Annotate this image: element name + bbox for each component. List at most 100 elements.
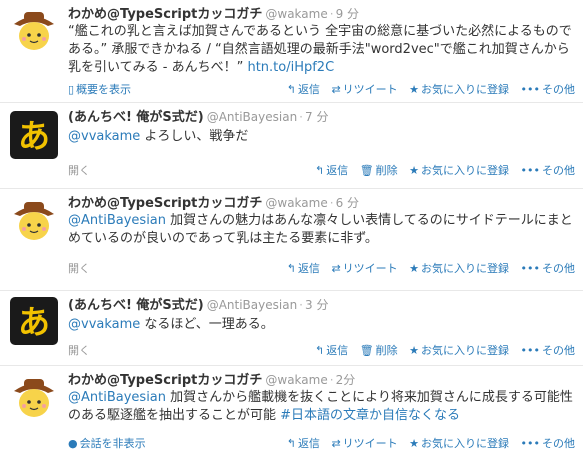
retweet-label: リツイート xyxy=(342,83,398,96)
star-icon: ★ xyxy=(409,437,420,450)
reply-button[interactable]: ↰ 返信 xyxy=(287,83,320,96)
avatar[interactable]: あ xyxy=(10,111,58,159)
user-name[interactable]: わかめ@TypeScriptカッコガチ xyxy=(68,373,262,388)
user-name[interactable]: わかめ@TypeScriptカッコガチ xyxy=(68,196,262,211)
timestamp[interactable]: 9 分 xyxy=(336,7,359,21)
user-name[interactable]: (あんちべ! 俺がS式だ) xyxy=(68,110,204,125)
reply-icon: ↰ xyxy=(286,83,296,96)
details-icon: ▯ xyxy=(68,83,75,96)
more-button[interactable]: ••• その他 xyxy=(521,83,575,96)
tweet-header: わかめ@TypeScriptカッコガチ @wakame · 6 分 xyxy=(68,194,575,212)
favorite-label: お気に入りに登録 xyxy=(421,344,510,357)
retweet-button[interactable]: ⇄ リツイート xyxy=(331,262,397,275)
tweet-text: @AntiBayesian 加賀さんの魅力はあんな凛々しい表情してるのにサイドテ… xyxy=(68,212,575,248)
tweet-footer: 開く ↰ 返信 🗑 削除 ★ お気に入りに登録 ••• その他 xyxy=(68,163,575,179)
user-name[interactable]: わかめ@TypeScriptカッコガチ xyxy=(68,7,262,22)
avatar[interactable]: あ xyxy=(10,297,58,345)
mention-link[interactable]: @vvakame xyxy=(68,317,140,332)
favorite-button[interactable]: ★ お気に入りに登録 xyxy=(409,437,509,450)
avatar[interactable] xyxy=(10,6,58,54)
hide-conversation-link[interactable]: ● 会話を非表示 xyxy=(68,436,146,452)
tweet-item[interactable]: あ (あんちべ! 俺がS式だ) @AntiBayesian · 7 分 @vvakam… xyxy=(0,103,583,189)
favorite-button[interactable]: ★ お気に入りに登録 xyxy=(409,262,509,275)
reply-button[interactable]: ↰ 返信 xyxy=(315,344,348,357)
separator: · xyxy=(329,7,334,21)
tweet-link[interactable]: htn.to/iHpf2C xyxy=(247,60,334,75)
hide-conversation-label: 会話を非表示 xyxy=(79,437,146,450)
avatar-glyph: あ xyxy=(18,303,50,341)
more-button[interactable]: ••• その他 xyxy=(521,164,575,177)
tweet-footer: ● 会話を非表示 ↰ 返信 ⇄ リツイート ★ お気に入りに登録 ••• その他 xyxy=(68,436,575,452)
tweet-body: よろしい、戦争だ xyxy=(140,129,249,144)
more-icon: ••• xyxy=(520,164,540,177)
tweet-header: (あんちべ! 俺がS式だ) @AntiBayesian · 3 分 xyxy=(68,296,575,314)
more-icon: ••• xyxy=(520,437,540,450)
retweet-label: リツイート xyxy=(342,437,398,450)
more-button[interactable]: ••• その他 xyxy=(521,437,575,450)
favorite-label: お気に入りに登録 xyxy=(421,262,510,275)
tweet-item[interactable]: わかめ@TypeScriptカッコガチ @wakame · 2分 @AntiBayes… xyxy=(0,366,583,459)
retweet-button[interactable]: ⇄ リツイート xyxy=(331,437,397,450)
delete-button[interactable]: 🗑 削除 xyxy=(360,164,398,177)
retweet-label: リツイート xyxy=(342,262,398,275)
reply-button[interactable]: ↰ 返信 xyxy=(287,262,320,275)
hashtag-link[interactable]: #日本語の文章か自信なくなる xyxy=(280,408,460,423)
retweet-icon: ⇄ xyxy=(331,437,341,450)
tweet-body: なるほど、一理ある。 xyxy=(140,317,274,332)
reply-label: 返信 xyxy=(297,437,320,450)
user-handle[interactable]: @wakame xyxy=(265,7,327,21)
more-button[interactable]: ••• その他 xyxy=(521,262,575,275)
avatar[interactable] xyxy=(10,196,58,244)
user-handle[interactable]: @AntiBayesian xyxy=(207,298,297,312)
tweet-item[interactable]: わかめ@TypeScriptカッコガチ @wakame · 9 分 “艦これの乳と言え… xyxy=(0,0,583,103)
retweet-button[interactable]: ⇄ リツイート xyxy=(331,83,397,96)
favorite-button[interactable]: ★ お気に入りに登録 xyxy=(409,344,509,357)
avatar[interactable] xyxy=(10,373,58,421)
mention-link[interactable]: @AntiBayesian xyxy=(68,213,166,228)
open-link[interactable]: 開く xyxy=(68,261,90,277)
reply-icon: ↰ xyxy=(286,437,296,450)
star-icon: ★ xyxy=(409,262,420,275)
tweet-actions: ↰ 返信 ⇄ リツイート ★ お気に入りに登録 ••• その他 xyxy=(279,261,575,277)
timestamp[interactable]: 7 分 xyxy=(305,110,328,124)
open-link[interactable]: 開く xyxy=(68,163,90,179)
reply-icon: ↰ xyxy=(314,164,325,177)
separator: · xyxy=(329,373,334,387)
tweet-item[interactable]: あ (あんちべ! 俺がS式だ) @AntiBayesian · 3 分 @vvakam… xyxy=(0,291,583,366)
user-handle[interactable]: @wakame xyxy=(265,373,327,387)
open-link[interactable]: 開く xyxy=(68,343,90,359)
retweet-icon: ⇄ xyxy=(331,262,341,275)
star-icon: ★ xyxy=(409,164,420,177)
user-name[interactable]: (あんちべ! 俺がS式だ) xyxy=(68,298,204,313)
user-handle[interactable]: @wakame xyxy=(265,196,327,210)
delete-button[interactable]: 🗑 削除 xyxy=(360,344,398,357)
tweet-item[interactable]: わかめ@TypeScriptカッコガチ @wakame · 6 分 @AntiBaye… xyxy=(0,189,583,291)
reply-button[interactable]: ↰ 返信 xyxy=(315,164,348,177)
star-icon: ★ xyxy=(409,83,420,96)
favorite-label: お気に入りに登録 xyxy=(421,437,510,450)
more-label: その他 xyxy=(542,344,575,357)
tweet-actions: ↰ 返信 🗑 削除 ★ お気に入りに登録 ••• その他 xyxy=(307,343,575,359)
more-icon: ••• xyxy=(520,262,540,275)
reply-label: 返信 xyxy=(297,83,320,96)
favorite-button[interactable]: ★ お気に入りに登録 xyxy=(409,164,509,177)
more-label: その他 xyxy=(542,83,575,96)
mention-link[interactable]: @AntiBayesian xyxy=(68,390,166,405)
tweet-actions: ↰ 返信 ⇄ リツイート ★ お気に入りに登録 ••• その他 xyxy=(279,436,575,452)
favorite-button[interactable]: ★ お気に入りに登録 xyxy=(409,83,509,96)
timestamp[interactable]: 2分 xyxy=(336,373,356,387)
mention-link[interactable]: @vvakame xyxy=(68,129,140,144)
tweet-header: わかめ@TypeScriptカッコガチ @wakame · 9 分 xyxy=(68,5,575,23)
expand-label: 概要を表示 xyxy=(76,83,132,96)
reply-button[interactable]: ↰ 返信 xyxy=(287,437,320,450)
reply-label: 返信 xyxy=(297,262,320,275)
user-handle[interactable]: @AntiBayesian xyxy=(207,110,297,124)
timestamp[interactable]: 3 分 xyxy=(305,298,328,312)
timestamp[interactable]: 6 分 xyxy=(336,196,359,210)
retweet-icon: ⇄ xyxy=(331,83,341,96)
reply-label: 返信 xyxy=(326,164,349,177)
expand-summary-link[interactable]: ▯ 概要を表示 xyxy=(68,82,131,98)
more-button[interactable]: ••• その他 xyxy=(521,344,575,357)
more-icon: ••• xyxy=(520,83,540,96)
tweet-header: (あんちべ! 俺がS式だ) @AntiBayesian · 7 分 xyxy=(68,108,575,126)
